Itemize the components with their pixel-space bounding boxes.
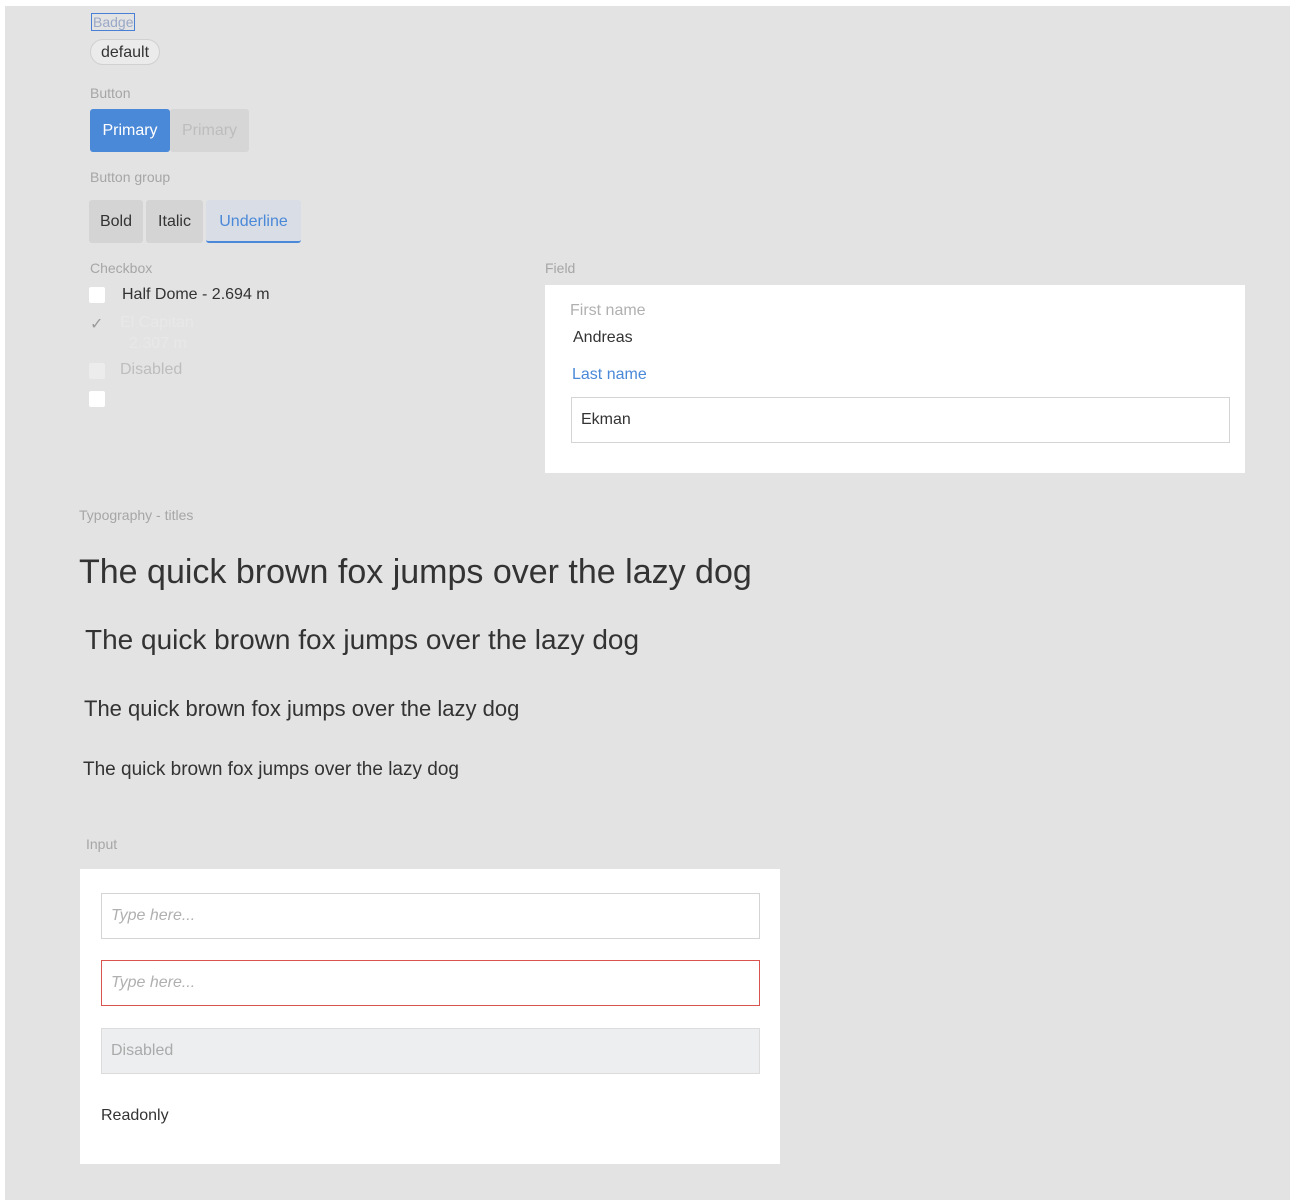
bold-button[interactable]: Bold xyxy=(89,200,143,243)
error-input[interactable] xyxy=(101,960,760,1006)
checkbox-unlabeled[interactable] xyxy=(89,391,105,407)
title-h2: The quick brown fox jumps over the lazy … xyxy=(85,624,640,655)
button-section-label: Button xyxy=(90,85,131,101)
button-group-section-label: Button group xyxy=(90,169,171,185)
readonly-input[interactable]: Readonly xyxy=(101,1107,169,1125)
input-panel: Readonly xyxy=(80,869,780,1164)
default-badge: default xyxy=(90,39,161,65)
last-name-input[interactable] xyxy=(571,397,1230,443)
title-h1: The quick brown fox jumps over the lazy … xyxy=(79,553,752,591)
checkbox-el-capitan-label-line2: 2.307 m xyxy=(129,335,187,352)
checkbox-section-label: Checkbox xyxy=(90,260,153,276)
first-name-value[interactable]: Andreas xyxy=(573,329,633,347)
checkbox-half-dome-label: Half Dome - 2.694 m xyxy=(122,286,270,303)
first-name-label: First name xyxy=(570,302,646,319)
field-panel: First name Andreas Last name xyxy=(545,285,1245,473)
checkbox-half-dome[interactable] xyxy=(89,287,105,303)
badge-section-label: Badge xyxy=(91,13,136,31)
primary-button[interactable]: Primary xyxy=(90,109,170,152)
typography-section-label: Typography - titles xyxy=(79,507,194,523)
underline-button[interactable]: Underline xyxy=(206,200,301,243)
primary-disabled-button[interactable]: Primary xyxy=(170,109,249,152)
last-name-label: Last name xyxy=(572,366,647,383)
input-section-label: Input xyxy=(86,836,118,852)
title-h4: The quick brown fox jumps over the lazy … xyxy=(83,759,459,780)
checkmark-icon[interactable]: ✓ xyxy=(90,314,103,334)
checkbox-el-capitan-label: El Capitan xyxy=(120,314,194,331)
disabled-input[interactable] xyxy=(101,1028,760,1074)
field-section-label: Field xyxy=(545,260,576,276)
checkbox-disabled[interactable] xyxy=(89,363,105,379)
italic-button[interactable]: Italic xyxy=(146,200,203,243)
checkbox-disabled-label: Disabled xyxy=(120,361,183,378)
title-h3: The quick brown fox jumps over the lazy … xyxy=(84,696,520,721)
text-input[interactable] xyxy=(101,893,760,939)
